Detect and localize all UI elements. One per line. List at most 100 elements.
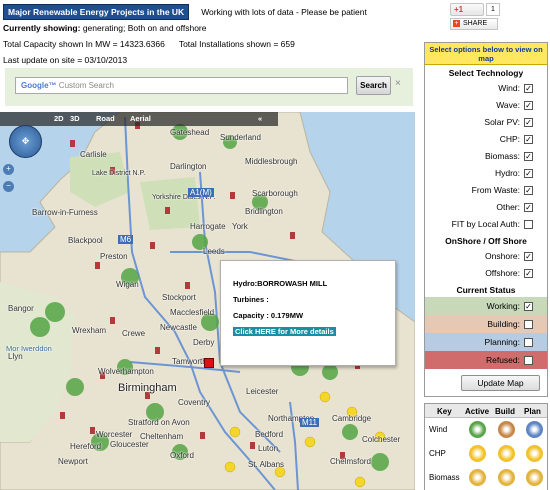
pan-control-icon[interactable]: ✥ [9,125,42,158]
total-capacity: Total Capacity shown In MW = 14323.6366 [3,39,165,49]
update-map-button[interactable]: Update Map [461,375,540,391]
map-label: Newport [58,457,88,466]
map-view[interactable]: 2D 3D Road Aerial « ✥ + − Birmingham Gat… [0,112,415,490]
map-label: Sunderland [220,133,261,142]
map-label: Cambridge [332,414,372,423]
option-row: Building: [425,315,547,333]
option-checkbox[interactable]: ✓ [524,169,533,178]
option-label: CHP: [499,134,520,144]
key-rows: Wind CHP Biomass [425,418,547,490]
map-label: Stockport [162,293,196,302]
location-title: OnShore / Off Shore [445,236,527,246]
selected-marker[interactable] [204,358,214,368]
option-checkbox[interactable]: ✓ [524,101,533,110]
search-placeholder: Custom Search [58,81,114,90]
location-list: Onshore: ✓ Offshore: ✓ [425,248,547,282]
option-checkbox[interactable] [524,220,533,229]
search-button[interactable]: Search [356,76,391,95]
map-label: Scarborough [252,189,298,198]
panel-header: Select options below to view on map [425,43,547,65]
map-label: Tamworth [172,357,207,366]
option-row: From Waste: ✓ [425,182,547,199]
option-row: Hydro: ✓ [425,165,547,182]
map-label: Carlisle [80,150,107,159]
map-label: Barrow-in-Furness [32,208,98,217]
option-label: Biomass: [485,151,520,161]
options-panel: Select options below to view on map Sele… [424,42,548,397]
option-label: Onshore: [485,251,520,261]
mode-2d-button[interactable]: 2D [54,114,64,123]
mode-3d-button[interactable]: 3D [70,114,80,123]
zoom-in-icon[interactable]: + [3,164,14,175]
popup-capacity: Capacity : 0.179MW [233,311,304,320]
option-checkbox[interactable]: ✓ [524,84,533,93]
popup-details-link[interactable]: Click HERE for More details [233,327,336,336]
key-col-key: Key [437,407,452,416]
option-checkbox[interactable]: ✓ [524,118,533,127]
option-row: Offshore: ✓ [425,265,547,282]
option-label: FIT by Local Auth: [451,219,520,229]
option-row: Wind: ✓ [425,80,547,97]
option-label: Building: [487,319,520,329]
key-col-plan: Plan [524,407,541,416]
option-checkbox[interactable] [524,320,533,329]
option-checkbox[interactable]: ✓ [524,252,533,261]
option-checkbox[interactable] [524,356,533,365]
map-label: Chelmsford [330,457,371,466]
map-label: Hereford [70,442,102,451]
option-checkbox[interactable]: ✓ [524,203,533,212]
road-view-button[interactable]: Road [96,114,115,123]
option-checkbox[interactable] [524,338,533,347]
option-label: Refused: [485,355,520,365]
zoom-control: + − [3,164,15,234]
key-row-label: Biomass [429,473,460,482]
search-input[interactable]: Google™ Custom Search [15,77,348,94]
map-label: Coventry [178,398,211,407]
option-row: CHP: ✓ [425,131,547,148]
share-button[interactable]: + SHARE [450,18,498,30]
key-symbol-icon [498,445,515,462]
aerial-view-button[interactable]: Aerial [130,114,151,123]
option-row: Solar PV: ✓ [425,114,547,131]
key-row: CHP [425,442,547,466]
option-checkbox[interactable]: ✓ [524,152,533,161]
map-label: Wigan [116,280,139,289]
collapse-toolbar-icon[interactable]: « [258,114,262,123]
zoom-out-icon[interactable]: − [3,181,14,192]
map-label: Stratford on Avon [128,418,190,427]
gplus-button[interactable]: +1 [450,3,484,16]
option-label: Planning: [484,337,520,347]
option-checkbox[interactable]: ✓ [524,269,533,278]
technology-list: Wind: ✓ Wave: ✓ Solar PV: ✓ CHP: ✓ Biomass: ✓ Hydr… [425,80,547,233]
map-label: Wrexham [72,326,107,335]
option-row: Refused: [425,351,547,369]
clear-search-icon[interactable]: × [395,78,401,89]
option-checkbox[interactable]: ✓ [524,135,533,144]
option-label: Offshore: [485,268,520,278]
option-label: From Waste: [471,185,520,195]
map-label: Leicester [246,387,279,396]
map-label: Darlington [170,162,207,171]
map-label: Blackpool [68,236,103,245]
option-checkbox[interactable]: ✓ [524,302,533,311]
map-label: Macclesfield [170,308,215,317]
city-label-birmingham: Birmingham [118,382,177,394]
option-checkbox[interactable]: ✓ [524,186,533,195]
option-row: Onshore: ✓ [425,248,547,265]
key-symbol-icon [526,445,543,462]
totals-line: Total Capacity shown In MW = 14323.6366 T… [3,39,295,49]
info-popup: Hydro:BORROWASH MILL Turbines : Capacity… [220,260,396,366]
option-row: Other: ✓ [425,199,547,216]
map-toolbar: 2D 3D Road Aerial « [0,112,278,126]
key-header: Key Active Build Plan [425,404,547,418]
share-label: SHARE [463,20,488,27]
map-label: Derby [193,338,215,347]
option-label: Wave: [496,100,520,110]
key-symbol-icon [469,445,486,462]
gplus-count: 1 [486,3,500,16]
map-label: St. Albans [248,460,285,469]
map-label: Bridlington [245,207,283,216]
key-row-label: Wind [429,425,448,434]
road-label: A1(M) [188,188,214,197]
sea-label: Mor Iwerddon [6,344,52,353]
